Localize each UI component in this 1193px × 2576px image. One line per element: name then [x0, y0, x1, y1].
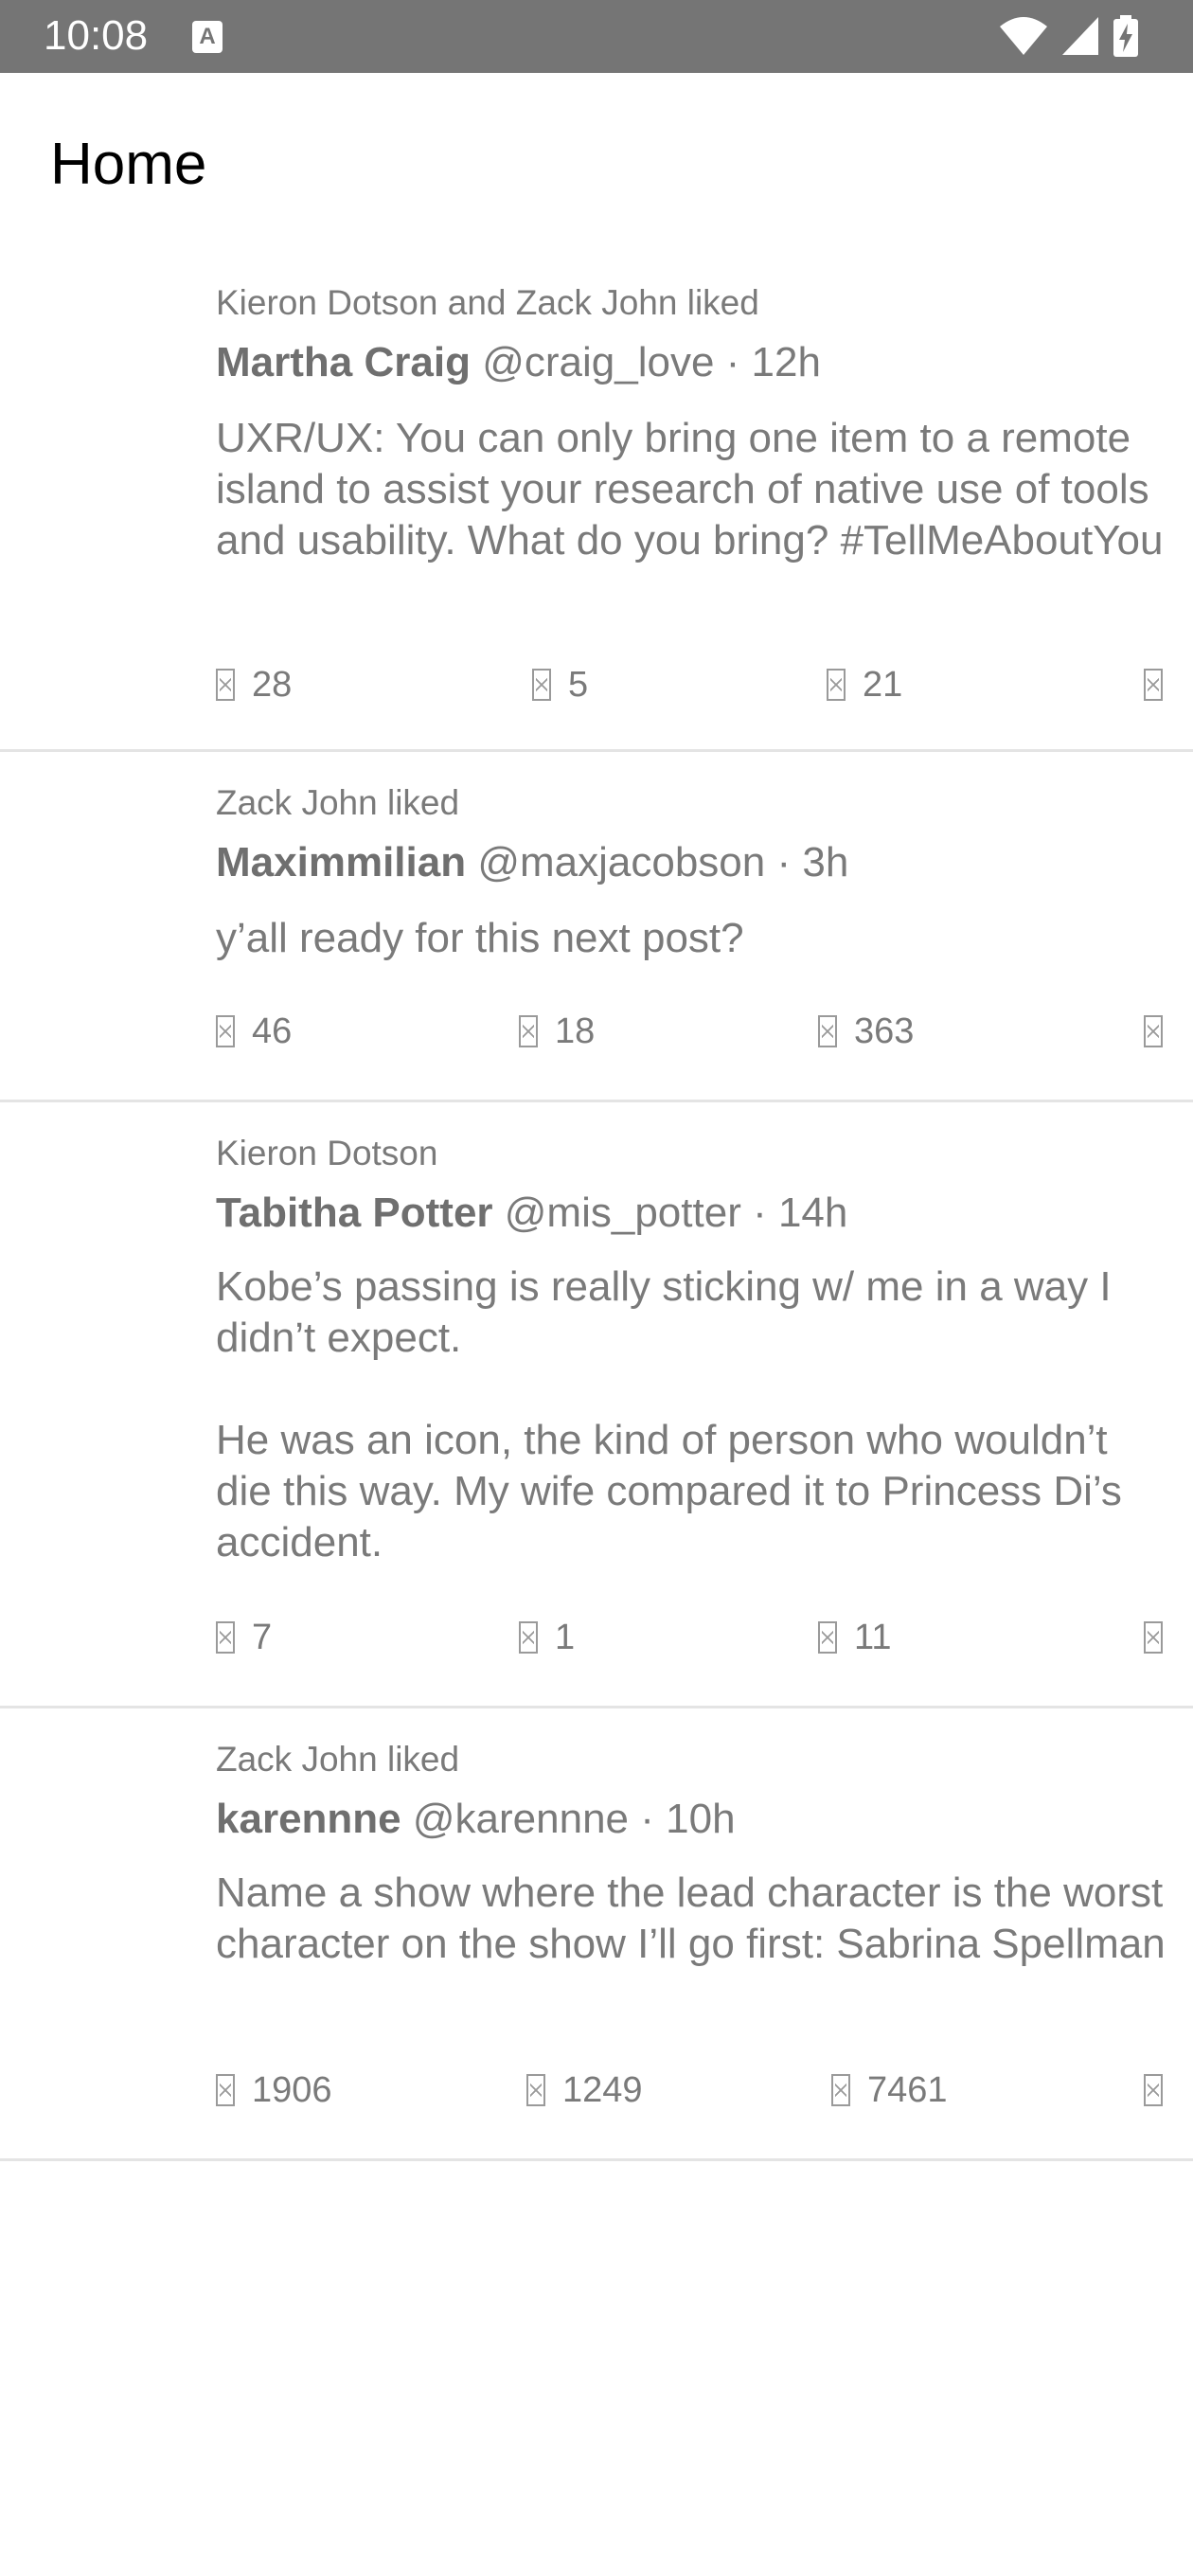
like-button[interactable]: 21 — [827, 661, 902, 708]
tweet-actions: 7 1 11 — [216, 1614, 1172, 1661]
tweet-header: Martha Craig @craig_love · 12h — [216, 337, 821, 388]
like-count: 7461 — [867, 2070, 948, 2110]
retweet-button[interactable]: 18 — [519, 1008, 595, 1055]
reply-icon — [216, 2074, 235, 2106]
tweet-feed[interactable]: Kieron Dotson and Zack John liked Martha… — [0, 248, 1193, 2161]
like-icon — [818, 1015, 837, 1047]
retweet-icon — [519, 1015, 538, 1047]
like-button[interactable]: 11 — [818, 1614, 891, 1661]
status-icons — [998, 15, 1149, 57]
status-bar: 10:08 A — [0, 0, 1193, 73]
author-handle[interactable]: @maxjacobson — [477, 839, 765, 886]
retweet-icon — [532, 669, 551, 701]
reply-button[interactable]: 7 — [216, 1614, 272, 1661]
social-context: Kieron Dotson and Zack John liked — [216, 283, 759, 322]
share-icon — [1144, 669, 1163, 701]
tweet-time: · 3h — [776, 839, 849, 886]
reply-count: 1906 — [252, 2070, 332, 2110]
tweet-card[interactable]: Zack John liked Maximmilian @maxjacobson… — [0, 752, 1193, 1102]
retweet-icon — [519, 1621, 538, 1654]
status-time: 10:08 — [44, 12, 149, 59]
reply-button[interactable]: 46 — [216, 1008, 292, 1055]
author-name[interactable]: karennne — [216, 1796, 401, 1842]
tweet-actions: 46 18 363 — [216, 1008, 1172, 1055]
reply-icon — [216, 1015, 235, 1047]
reply-count: 7 — [252, 1618, 273, 1657]
share-button[interactable] — [1144, 1614, 1180, 1661]
share-button[interactable] — [1144, 661, 1180, 708]
reply-count: 46 — [252, 1011, 293, 1051]
retweet-count: 1249 — [562, 2070, 643, 2110]
retweet-button[interactable]: 5 — [532, 661, 588, 708]
retweet-count: 5 — [568, 665, 589, 705]
author-handle[interactable]: @karennne — [413, 1796, 629, 1842]
tweet-header: Maximmilian @maxjacobson · 3h — [216, 837, 848, 888]
tweet-card[interactable]: Zack John liked karennne @karennne · 10h… — [0, 1708, 1193, 2161]
retweet-button[interactable]: 1249 — [526, 2066, 643, 2114]
author-handle[interactable]: @mis_potter — [505, 1190, 741, 1236]
share-icon — [1144, 1621, 1163, 1654]
tweet-time: · 14h — [753, 1190, 848, 1236]
author-handle[interactable]: @craig_love — [482, 339, 714, 385]
retweet-count: 1 — [555, 1618, 576, 1657]
page-title: Home — [50, 132, 207, 197]
social-context: Kieron Dotson — [216, 1134, 438, 1172]
tweet-actions: 28 5 21 — [216, 661, 1172, 708]
reply-icon — [216, 669, 235, 701]
like-icon — [827, 669, 846, 701]
tweet-body: UXR/UX: You can only bring one item to a… — [216, 415, 1164, 564]
like-icon — [818, 1621, 837, 1654]
tweet-body: Kobe’s passing is really sticking w/ me … — [216, 1263, 1122, 1565]
tweet-card[interactable]: Kieron Dotson Tabitha Potter @mis_potter… — [0, 1102, 1193, 1708]
tweet-body: y’all ready for this next post? — [216, 915, 744, 961]
reply-button[interactable]: 28 — [216, 661, 292, 708]
author-name[interactable]: Maximmilian — [216, 839, 466, 886]
like-count: 363 — [854, 1011, 915, 1051]
social-context: Zack John liked — [216, 1740, 460, 1779]
share-button[interactable] — [1144, 1008, 1180, 1055]
like-icon — [831, 2074, 850, 2106]
reply-count: 28 — [252, 665, 293, 705]
retweet-icon — [526, 2074, 545, 2106]
notification-a-icon: A — [192, 21, 223, 53]
share-button[interactable] — [1144, 2066, 1180, 2114]
tweet-time: · 12h — [725, 339, 821, 385]
share-icon — [1144, 2074, 1163, 2106]
retweet-count: 18 — [555, 1011, 596, 1051]
battery-charging-icon — [1113, 15, 1138, 57]
reply-icon — [216, 1621, 235, 1654]
tweet-card[interactable]: Kieron Dotson and Zack John liked Martha… — [0, 248, 1193, 752]
app-bar: Home — [0, 73, 1193, 245]
like-count: 11 — [854, 1618, 892, 1657]
like-count: 21 — [863, 665, 903, 705]
share-icon — [1144, 1015, 1163, 1047]
wifi-icon — [1000, 17, 1047, 55]
author-name[interactable]: Tabitha Potter — [216, 1190, 493, 1236]
tweet-time: · 10h — [640, 1796, 736, 1842]
retweet-button[interactable]: 1 — [519, 1614, 575, 1661]
like-button[interactable]: 363 — [818, 1008, 914, 1055]
tweet-header: karennne @karennne · 10h — [216, 1794, 736, 1845]
author-name[interactable]: Martha Craig — [216, 339, 471, 385]
signal-icon — [1062, 17, 1098, 55]
like-button[interactable]: 7461 — [831, 2066, 948, 2114]
social-context: Zack John liked — [216, 783, 460, 822]
reply-button[interactable]: 1906 — [216, 2066, 332, 2114]
tweet-actions: 1906 1249 7461 — [216, 2066, 1172, 2114]
tweet-header: Tabitha Potter @mis_potter · 14h — [216, 1188, 847, 1239]
tweet-body: Name a show where the lead character is … — [216, 1869, 1175, 1967]
